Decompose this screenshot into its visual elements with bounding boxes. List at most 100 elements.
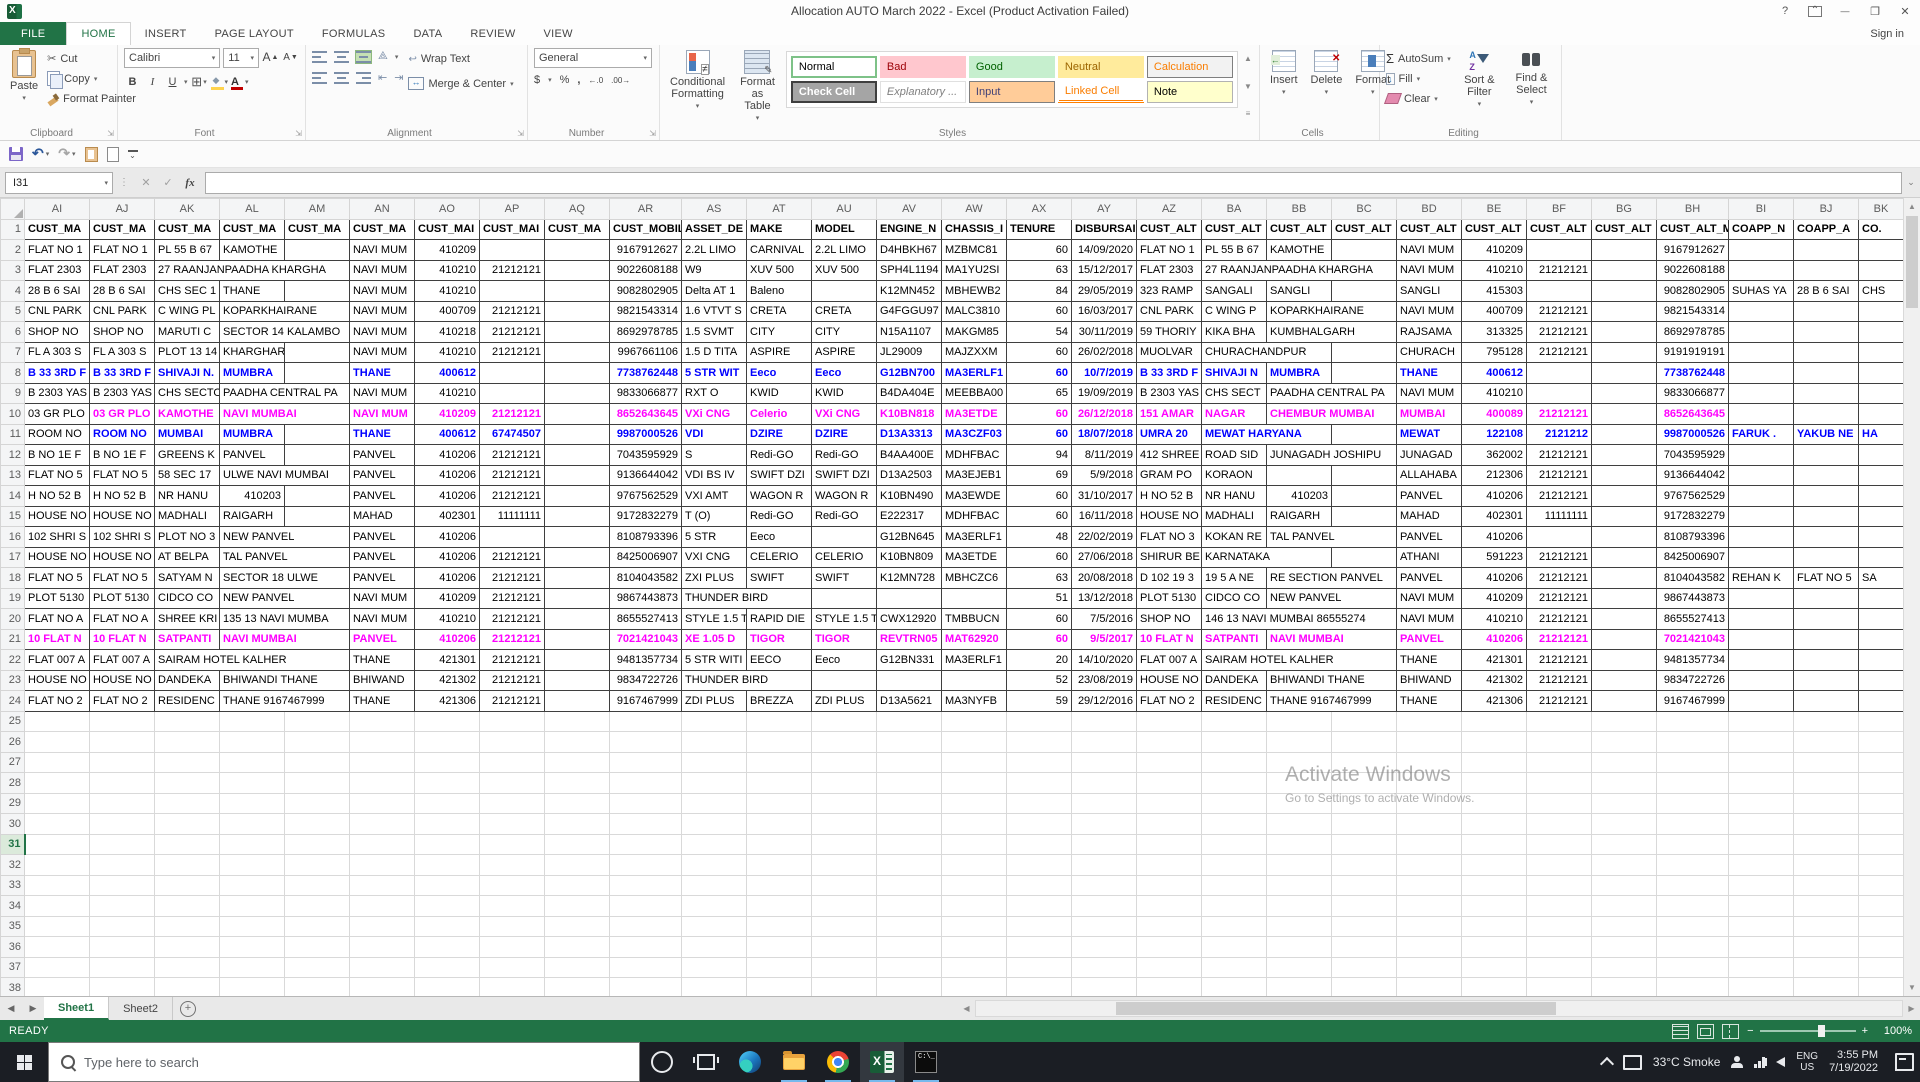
cell-BD26[interactable] bbox=[1396, 731, 1462, 753]
cell-BA26[interactable] bbox=[1201, 731, 1267, 753]
cell-AW8[interactable]: MA3ERLF1 bbox=[941, 362, 1007, 384]
cell-BE37[interactable] bbox=[1461, 956, 1527, 978]
cell-AI23[interactable]: HOUSE NO bbox=[24, 669, 90, 691]
formula-bar-expand-icon[interactable]: ⌄ bbox=[1902, 177, 1920, 188]
cell-AJ29[interactable] bbox=[89, 792, 155, 814]
cell-AY34[interactable] bbox=[1071, 895, 1137, 917]
cell-BI30[interactable] bbox=[1728, 813, 1794, 835]
cell-BF28[interactable] bbox=[1526, 772, 1592, 794]
row-header-37[interactable]: 37 bbox=[0, 956, 25, 978]
row-header-16[interactable]: 16 bbox=[0, 526, 25, 548]
cell-AX7[interactable]: 60 bbox=[1006, 341, 1072, 363]
ribbon-tab-review[interactable]: REVIEW bbox=[456, 22, 529, 45]
cell-AJ15[interactable]: HOUSE NO bbox=[89, 505, 155, 527]
cell-AS18[interactable]: ZXI PLUS bbox=[681, 567, 747, 589]
cell-BI24[interactable] bbox=[1728, 690, 1794, 712]
page-layout-view-icon[interactable] bbox=[1697, 1023, 1715, 1039]
cell-AI21[interactable]: 10 FLAT N bbox=[24, 628, 90, 650]
cell-AM38[interactable] bbox=[284, 977, 350, 996]
cell-BG15[interactable] bbox=[1591, 505, 1657, 527]
cell-BA17[interactable]: KARNATAKA bbox=[1201, 546, 1332, 568]
cell-BA9[interactable]: CHS SECT bbox=[1201, 382, 1267, 404]
cell-AU30[interactable] bbox=[811, 813, 877, 835]
cell-AZ9[interactable]: B 2303 YAS bbox=[1136, 382, 1202, 404]
cell-AX11[interactable]: 60 bbox=[1006, 423, 1072, 445]
cell-BH8[interactable]: 7738762448 bbox=[1656, 362, 1729, 384]
cell-AJ5[interactable]: CNL PARK bbox=[89, 300, 155, 322]
cell-AW33[interactable] bbox=[941, 874, 1007, 896]
cell-AL34[interactable] bbox=[219, 895, 285, 917]
cell-AZ2[interactable]: FLAT NO 1 bbox=[1136, 239, 1202, 261]
cell-AJ38[interactable] bbox=[89, 977, 155, 996]
cell-AP7[interactable]: 21212121 bbox=[479, 341, 545, 363]
cell-AP13[interactable]: 21212121 bbox=[479, 464, 545, 486]
cell-style-good[interactable]: Good bbox=[968, 56, 1055, 78]
cell-AK29[interactable] bbox=[154, 792, 220, 814]
cell-AK10[interactable]: KAMOTHE bbox=[154, 403, 220, 425]
cell-BA1[interactable]: CUST_ALT bbox=[1201, 218, 1267, 240]
cell-BC11[interactable] bbox=[1331, 423, 1397, 445]
cell-AN31[interactable] bbox=[349, 833, 415, 855]
cell-AR14[interactable]: 9767562529 bbox=[609, 485, 682, 507]
cell-AZ7[interactable]: MUOLVAR bbox=[1136, 341, 1202, 363]
col-header-BE[interactable]: BE bbox=[1461, 198, 1527, 220]
cell-AL14[interactable]: 410203 bbox=[219, 485, 285, 507]
cell-AS14[interactable]: VXI AMT bbox=[681, 485, 747, 507]
cell-AX12[interactable]: 94 bbox=[1006, 444, 1072, 466]
cell-AS21[interactable]: XE 1.05 D bbox=[681, 628, 747, 650]
cell-BE4[interactable]: 415303 bbox=[1461, 280, 1527, 302]
cell-AP1[interactable]: CUST_MAI bbox=[479, 218, 545, 240]
cell-AU38[interactable] bbox=[811, 977, 877, 996]
cell-BK2[interactable] bbox=[1858, 239, 1904, 261]
cell-BJ3[interactable] bbox=[1793, 259, 1859, 281]
row-header-28[interactable]: 28 bbox=[0, 772, 25, 794]
cell-AW24[interactable]: MA3NYFB bbox=[941, 690, 1007, 712]
cell-BJ4[interactable]: 28 B 6 SAI bbox=[1793, 280, 1859, 302]
col-header-AZ[interactable]: AZ bbox=[1136, 198, 1202, 220]
cell-BB36[interactable] bbox=[1266, 936, 1332, 958]
cell-AO37[interactable] bbox=[414, 956, 480, 978]
cell-AZ10[interactable]: 151 AMAR bbox=[1136, 403, 1202, 425]
cell-AX33[interactable] bbox=[1006, 874, 1072, 896]
cell-AW4[interactable]: MBHEWB2 bbox=[941, 280, 1007, 302]
cell-BB15[interactable]: RAIGARH bbox=[1266, 505, 1332, 527]
cell-BB32[interactable] bbox=[1266, 854, 1332, 876]
cell-BA5[interactable]: C WING P bbox=[1201, 300, 1267, 322]
cell-BH7[interactable]: 9191919191 bbox=[1656, 341, 1729, 363]
cell-AX30[interactable] bbox=[1006, 813, 1072, 835]
cell-BD19[interactable]: NAVI MUM bbox=[1396, 587, 1462, 609]
align-right-icon[interactable] bbox=[356, 71, 371, 84]
cell-AZ5[interactable]: CNL PARK bbox=[1136, 300, 1202, 322]
cell-AJ27[interactable] bbox=[89, 751, 155, 773]
cell-AV14[interactable]: K10BN490 bbox=[876, 485, 942, 507]
ribbon-tab-insert[interactable]: INSERT bbox=[131, 22, 201, 45]
cell-BA38[interactable] bbox=[1201, 977, 1267, 996]
cell-AU18[interactable]: SWIFT bbox=[811, 567, 877, 589]
cell-AO11[interactable]: 400612 bbox=[414, 423, 480, 445]
cell-BH11[interactable]: 9987000526 bbox=[1656, 423, 1729, 445]
col-header-BA[interactable]: BA bbox=[1201, 198, 1267, 220]
cell-AV25[interactable] bbox=[876, 710, 942, 732]
row-header-19[interactable]: 19 bbox=[0, 587, 25, 609]
cell-AQ15[interactable] bbox=[544, 505, 610, 527]
cell-AZ28[interactable] bbox=[1136, 772, 1202, 794]
cell-AS6[interactable]: 1.5 SVMT bbox=[681, 321, 747, 343]
cell-BI15[interactable] bbox=[1728, 505, 1794, 527]
row-header-7[interactable]: 7 bbox=[0, 341, 25, 363]
language-indicator[interactable]: ENG US bbox=[1796, 1051, 1818, 1073]
cell-BJ16[interactable] bbox=[1793, 526, 1859, 548]
cell-AP37[interactable] bbox=[479, 956, 545, 978]
cell-AQ33[interactable] bbox=[544, 874, 610, 896]
cell-AM26[interactable] bbox=[284, 731, 350, 753]
cell-BF20[interactable]: 21212121 bbox=[1526, 608, 1592, 630]
cell-BG28[interactable] bbox=[1591, 772, 1657, 794]
cell-AW37[interactable] bbox=[941, 956, 1007, 978]
cell-AW29[interactable] bbox=[941, 792, 1007, 814]
cell-AP23[interactable]: 21212121 bbox=[479, 669, 545, 691]
cell-AP16[interactable] bbox=[479, 526, 545, 548]
cell-AR29[interactable] bbox=[609, 792, 682, 814]
cell-AU9[interactable]: KWID bbox=[811, 382, 877, 404]
cell-AL25[interactable] bbox=[219, 710, 285, 732]
cell-AV13[interactable]: D13A2503 bbox=[876, 464, 942, 486]
cell-BF18[interactable]: 21212121 bbox=[1526, 567, 1592, 589]
